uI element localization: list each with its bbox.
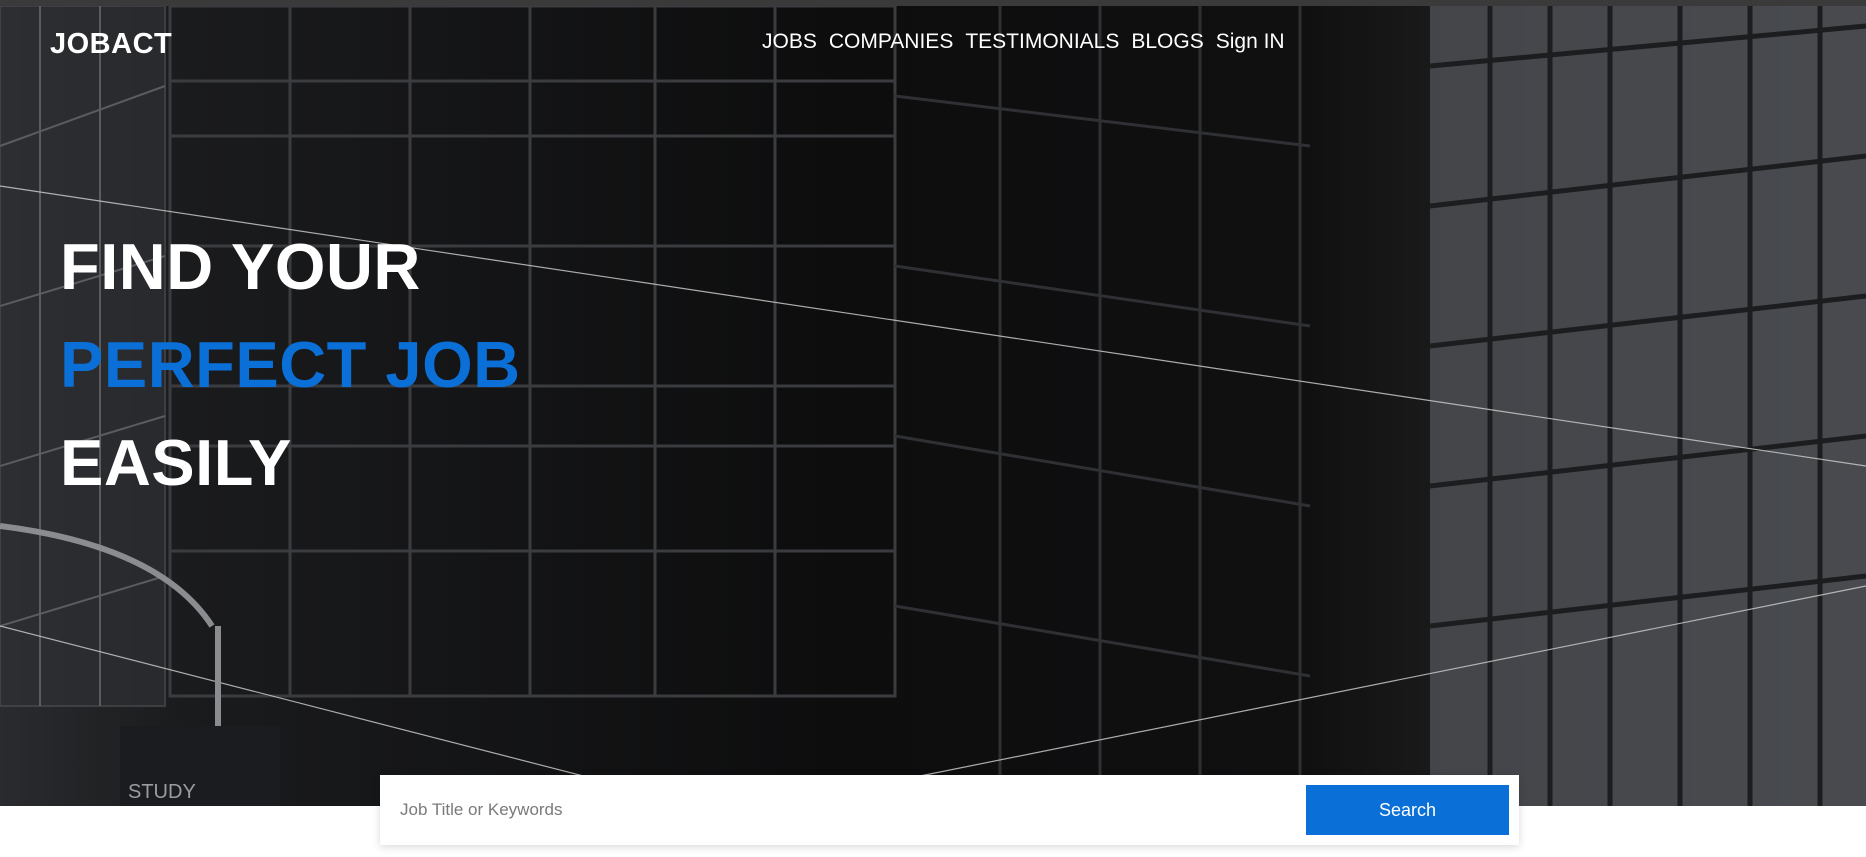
nav-sign-in-link[interactable]: Sign IN xyxy=(1216,30,1285,54)
search-button[interactable]: Search xyxy=(1306,785,1509,835)
brand-logo[interactable]: JOBACT xyxy=(50,28,172,61)
nav-companies-link[interactable]: COMPANIES xyxy=(829,30,953,54)
headline-line-3: EASILY xyxy=(60,426,292,499)
svg-text:STUDY: STUDY xyxy=(128,781,196,803)
hero-headline: FIND YOUR PERFECT JOB EASILY xyxy=(60,218,521,512)
job-search-bar: Search xyxy=(380,775,1519,845)
main-nav: JOBS COMPANIES TESTIMONIALS BLOGS Sign I… xyxy=(762,30,1285,54)
nav-jobs-link[interactable]: JOBS xyxy=(762,30,817,54)
job-search-input[interactable] xyxy=(390,785,1306,835)
nav-blogs-link[interactable]: BLOGS xyxy=(1131,30,1203,54)
hero-section: STUDY JOBACT JOBS COMPANIES TESTIMONIALS… xyxy=(0,6,1866,806)
headline-line-2: PERFECT JOB xyxy=(60,328,521,401)
headline-line-1: FIND YOUR xyxy=(60,230,421,303)
nav-testimonials-link[interactable]: TESTIMONIALS xyxy=(965,30,1119,54)
